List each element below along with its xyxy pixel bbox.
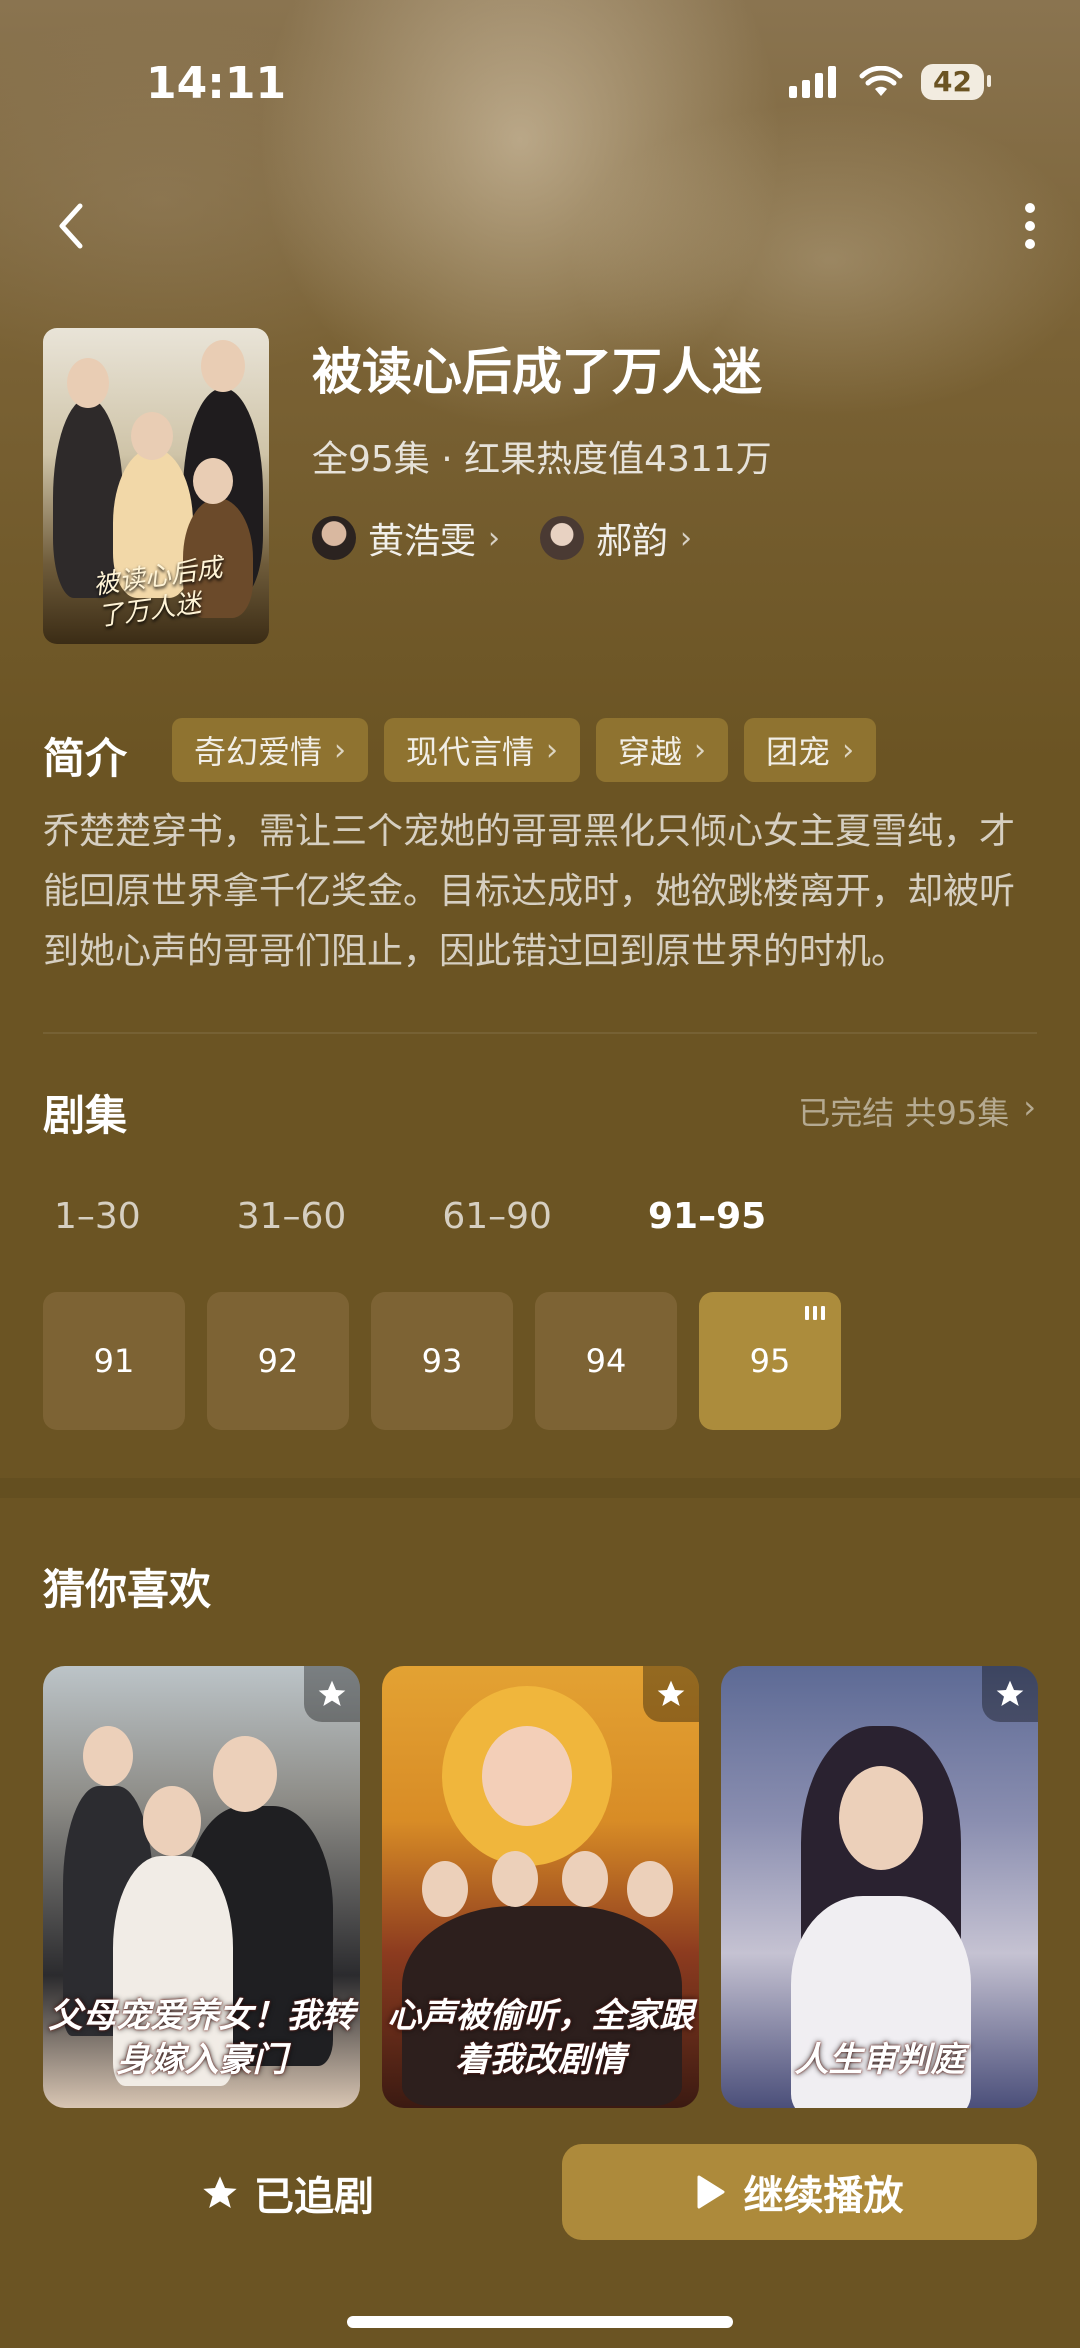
episodes-status: 已完结 共95集 xyxy=(798,1094,1010,1132)
favorite-badge xyxy=(304,1666,360,1722)
recommend-heading: 猜你喜欢 xyxy=(43,1565,212,1614)
synopsis-text[interactable]: 乔楚楚穿书，需让三个宠她的哥哥黑化只倾心女主夏雪纯，才能回原世界拿千亿奖金。目标… xyxy=(43,802,1043,982)
drama-title: 被读心后成了万人迷 xyxy=(312,343,762,401)
genre-tag[interactable]: 穿越 › xyxy=(596,718,729,782)
recommend-title: 心声被偷听，全家跟着我改剧情 xyxy=(387,1996,694,2080)
actor-list: 黄浩雯 › 郝韵 › xyxy=(312,512,692,564)
recommend-card[interactable]: 心声被偷听，全家跟着我改剧情 xyxy=(382,1666,699,2108)
genre-tag[interactable]: 团宠 › xyxy=(744,718,877,782)
genre-tag[interactable]: 现代言情 › xyxy=(384,718,581,782)
back-button[interactable] xyxy=(48,196,98,256)
star-icon xyxy=(657,1680,685,1706)
range-tab-active[interactable]: 91–95 xyxy=(648,1196,766,1237)
range-tab[interactable]: 61–90 xyxy=(442,1196,552,1237)
chevron-right-icon: › xyxy=(694,732,707,768)
favorite-badge xyxy=(982,1666,1038,1722)
episode-grid: 91 92 93 94 95 xyxy=(43,1292,841,1430)
episodes-status-link[interactable]: 已完结 共95集 › xyxy=(798,1088,1036,1134)
play-label: 继续播放 xyxy=(743,2173,904,2219)
home-indicator xyxy=(347,2316,733,2328)
signal-icon xyxy=(789,66,837,98)
episode-button[interactable]: 93 xyxy=(371,1292,513,1430)
chevron-right-icon: › xyxy=(546,732,559,768)
episode-range-tabs: 1–30 31–60 61–90 91–95 xyxy=(54,1196,862,1237)
favorite-badge xyxy=(643,1666,699,1722)
chevron-right-icon: › xyxy=(1023,1088,1036,1126)
intro-heading: 简介 xyxy=(43,734,128,783)
more-options-button[interactable] xyxy=(1010,196,1050,256)
status-time: 14:11 xyxy=(146,58,287,109)
recommend-title: 人生审判庭 xyxy=(794,2040,965,2080)
recommend-list: 父母宠爱养女！我转身嫁入豪门 心声被偷听，全家跟着我改剧情 人生审判庭 xyxy=(43,1666,1038,2108)
recommend-card[interactable]: 父母宠爱养女！我转身嫁入豪门 xyxy=(43,1666,360,2108)
actor-link-2[interactable]: 郝韵 › xyxy=(540,512,692,564)
episode-button[interactable]: 91 xyxy=(43,1292,185,1430)
chevron-right-icon: › xyxy=(334,732,347,768)
range-tab[interactable]: 1–30 xyxy=(54,1196,141,1237)
recommend-title: 父母宠爱养女！我转身嫁入豪门 xyxy=(48,1996,355,2080)
tag-label: 团宠 xyxy=(766,733,831,771)
recommend-card[interactable]: 人生审判庭 xyxy=(721,1666,1038,2108)
now-playing-icon xyxy=(805,1306,825,1320)
star-icon xyxy=(318,1680,346,1706)
wifi-icon xyxy=(859,66,903,96)
drama-poster[interactable]: 被读心后成了万人迷 xyxy=(43,328,269,644)
drama-meta: 全95集 · 红果热度值4311万 xyxy=(312,439,772,480)
avatar xyxy=(312,516,356,560)
follow-button[interactable]: 已追剧 xyxy=(200,2164,374,2222)
section-divider xyxy=(0,1478,1080,1498)
episode-number: 95 xyxy=(749,1342,791,1380)
divider xyxy=(43,1032,1037,1034)
genre-tag[interactable]: 奇幻爱情 › xyxy=(172,718,369,782)
chevron-right-icon: › xyxy=(488,520,501,556)
actor-link-1[interactable]: 黄浩雯 › xyxy=(312,512,500,564)
chevron-right-icon: › xyxy=(680,520,693,556)
more-vertical-icon xyxy=(1025,203,1035,249)
genre-tags: 奇幻爱情 › 现代言情 › 穿越 › 团宠 › xyxy=(172,718,877,782)
actor-name: 黄浩雯 xyxy=(368,521,477,562)
chevron-right-icon: › xyxy=(842,732,855,768)
status-icons: 42 xyxy=(789,64,991,100)
chevron-left-icon xyxy=(59,203,83,249)
episode-button-current[interactable]: 95 xyxy=(699,1292,841,1430)
tag-label: 现代言情 xyxy=(406,733,535,771)
star-icon xyxy=(203,2176,237,2208)
tag-label: 穿越 xyxy=(618,733,683,771)
episode-button[interactable]: 94 xyxy=(535,1292,677,1430)
episode-button[interactable]: 92 xyxy=(207,1292,349,1430)
star-icon xyxy=(996,1680,1024,1706)
follow-label: 已追剧 xyxy=(254,2174,374,2220)
play-icon xyxy=(697,2175,724,2209)
continue-play-button[interactable]: 继续播放 xyxy=(562,2144,1037,2240)
battery-indicator: 42 xyxy=(921,64,991,100)
avatar xyxy=(540,516,585,560)
range-tab[interactable]: 31–60 xyxy=(237,1196,347,1237)
tag-label: 奇幻爱情 xyxy=(194,733,323,771)
episodes-heading: 剧集 xyxy=(43,1091,128,1140)
actor-name: 郝韵 xyxy=(596,521,669,562)
